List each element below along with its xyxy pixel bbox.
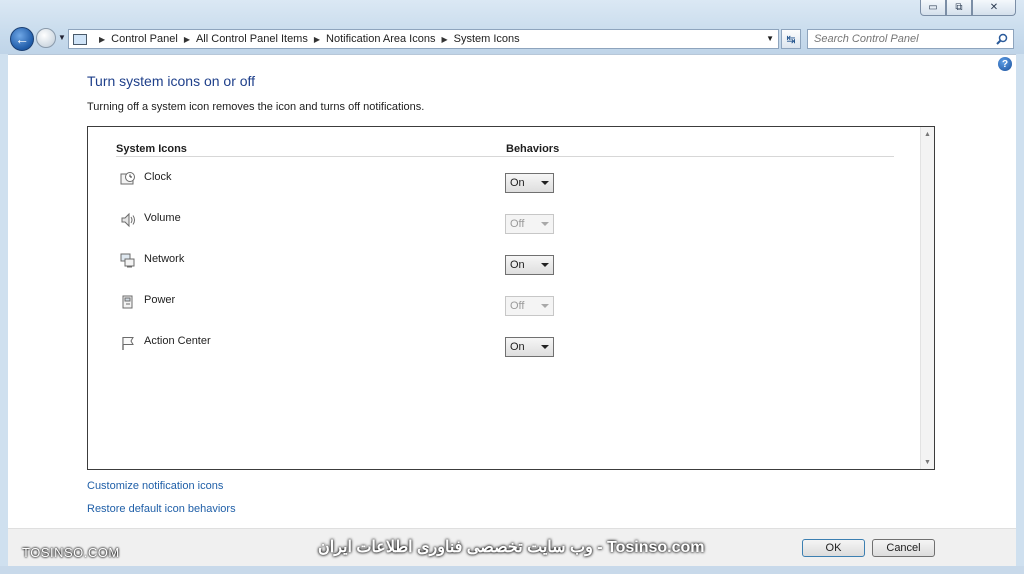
refresh-icon: ↹ [786, 33, 796, 46]
window-controls: ▭ ⧉ ✕ [920, 0, 1016, 16]
ok-button[interactable]: OK [802, 539, 865, 557]
back-arrow-icon: ← [15, 31, 29, 47]
chevron-down-icon [541, 304, 549, 308]
minimize-button[interactable]: ▭ [920, 0, 946, 16]
search-input[interactable] [814, 33, 984, 45]
volume-icon [121, 212, 135, 228]
chevron-right-icon[interactable]: ▶ [99, 35, 105, 44]
title-bar: ▭ ⧉ ✕ ← ▼ ▶ Control Panel ▶ All Control … [0, 0, 1024, 54]
back-button[interactable]: ← [10, 27, 34, 51]
list-item-label: Clock [144, 171, 172, 183]
refresh-button[interactable]: ↹ [781, 29, 801, 49]
breadcrumb-notification-area-icons[interactable]: Notification Area Icons [326, 33, 435, 45]
list-item-label: Action Center [144, 335, 211, 347]
chevron-down-icon [541, 263, 549, 267]
scroll-up-icon[interactable]: ▲ [921, 127, 934, 141]
chevron-right-icon[interactable]: ▶ [441, 35, 447, 44]
page-description: Turning off a system icon removes the ic… [87, 101, 425, 113]
help-icon[interactable]: ? [998, 57, 1012, 71]
system-icons-list: System Icons Behaviors Clock On Volume O… [87, 126, 935, 470]
chevron-down-icon [541, 222, 549, 226]
select-value: Off [510, 218, 525, 230]
cancel-button[interactable]: Cancel [872, 539, 935, 557]
list-item-label: Power [144, 294, 176, 306]
watermark-center: وب سایت تخصصی فناوری اطلاعات ایران - Tos… [318, 539, 705, 556]
select-value: Off [510, 300, 525, 312]
select-value: On [510, 341, 525, 353]
window-bottom-edge [0, 566, 1024, 574]
chevron-down-icon [541, 345, 549, 349]
address-dropdown-icon[interactable]: ▼ [766, 34, 774, 43]
customize-notification-icons-link[interactable]: Customize notification icons [87, 480, 223, 492]
watermark-left: TOSINSO.COM [22, 545, 120, 560]
power-behavior-select[interactable]: Off [505, 296, 554, 316]
breadcrumb-control-panel[interactable]: Control Panel [111, 33, 178, 45]
search-box[interactable] [807, 29, 1014, 49]
action-center-behavior-select[interactable]: On [505, 337, 554, 357]
action-center-flag-icon [122, 337, 134, 350]
select-value: On [510, 259, 525, 271]
vertical-scrollbar[interactable]: ▲ ▼ [920, 127, 934, 469]
clock-behavior-select[interactable]: On [505, 173, 554, 193]
search-icon[interactable] [996, 33, 1008, 45]
list-item-label: Network [144, 253, 185, 265]
chevron-right-icon[interactable]: ▶ [184, 35, 190, 44]
clock-icon [120, 172, 135, 185]
breadcrumb: ▶ Control Panel ▶ All Control Panel Item… [93, 33, 520, 45]
content-pane: ? Turn system icons on or off Turning of… [8, 54, 1016, 528]
close-button[interactable]: ✕ [972, 0, 1016, 16]
computer-icon [73, 33, 87, 45]
network-icon [120, 253, 135, 268]
volume-behavior-select[interactable]: Off [505, 214, 554, 234]
column-header-behaviors: Behaviors [506, 143, 560, 155]
recent-pages-dropdown[interactable]: ▼ [58, 33, 66, 42]
header-divider [116, 156, 894, 157]
scroll-down-icon[interactable]: ▼ [921, 455, 934, 469]
chevron-right-icon[interactable]: ▶ [314, 35, 320, 44]
power-icon [122, 295, 133, 309]
breadcrumb-system-icons[interactable]: System Icons [454, 33, 520, 45]
maximize-button[interactable]: ⧉ [946, 0, 972, 16]
restore-default-icon-behaviors-link[interactable]: Restore default icon behaviors [87, 503, 236, 515]
chevron-down-icon [541, 181, 549, 185]
list-item-label: Volume [144, 212, 181, 224]
forward-button[interactable] [36, 28, 56, 48]
network-behavior-select[interactable]: On [505, 255, 554, 275]
column-header-system-icons: System Icons [116, 143, 187, 155]
page-title: Turn system icons on or off [87, 73, 256, 89]
breadcrumb-all-items[interactable]: All Control Panel Items [196, 33, 308, 45]
select-value: On [510, 177, 525, 189]
address-bar[interactable]: ▶ Control Panel ▶ All Control Panel Item… [68, 29, 779, 49]
